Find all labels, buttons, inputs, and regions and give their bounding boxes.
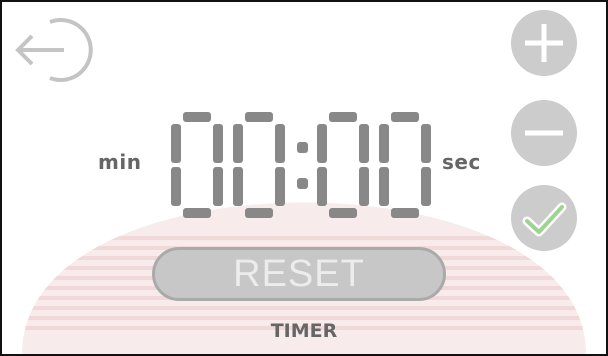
checkmark-icon (522, 202, 567, 237)
seconds-unit-label: sec (442, 150, 481, 174)
mode-label: TIMER (270, 320, 338, 342)
minus-icon (525, 130, 563, 136)
digit-seconds-ones (379, 112, 431, 218)
decrease-button[interactable] (511, 100, 577, 166)
back-button[interactable] (12, 10, 104, 90)
plus-icon (525, 24, 563, 62)
digit-seconds-tens (317, 112, 369, 218)
time-colon (297, 142, 308, 189)
digit-minutes-tens (171, 112, 223, 218)
reset-button[interactable]: RESET (152, 247, 446, 301)
confirm-button[interactable] (511, 185, 577, 251)
timer-screen: min sec RESET TIMER (0, 0, 608, 356)
exit-arrow-icon (15, 18, 93, 82)
digit-minutes-ones (233, 112, 285, 218)
increase-button[interactable] (511, 10, 577, 76)
minutes-unit-label: min (98, 150, 142, 174)
time-display (171, 112, 431, 218)
